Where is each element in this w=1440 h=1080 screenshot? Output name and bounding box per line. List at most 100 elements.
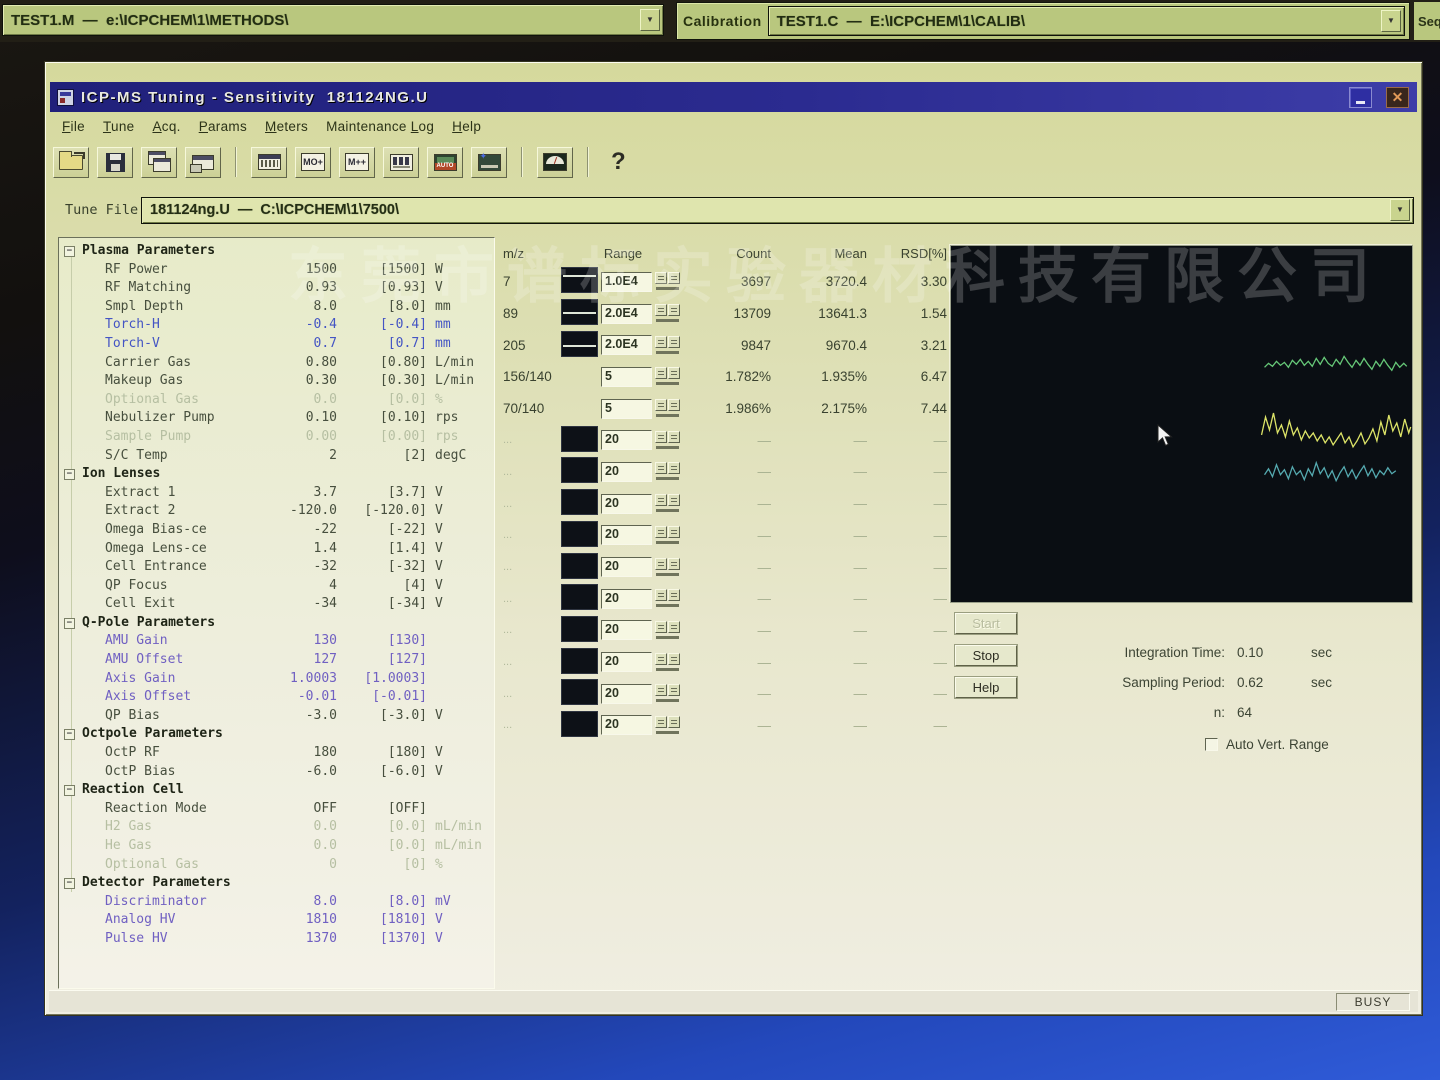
param-row[interactable]: Cell Entrance-32[-32]V	[62, 558, 494, 577]
param-row[interactable]: Omega Bias-ce-22[-22]V	[62, 521, 494, 540]
spinner-down-button[interactable]	[655, 494, 667, 506]
param-row[interactable]: OctP RF180[180]V	[62, 744, 494, 763]
param-row[interactable]: Sample Pump0.00[0.00]rps	[62, 428, 494, 447]
doubly-charged-button[interactable]: M++	[339, 147, 375, 178]
spinner-down-button[interactable]	[655, 558, 667, 570]
spinner-down-button[interactable]	[655, 272, 667, 284]
calibration-dropdown-arrow-icon[interactable]: ▼	[1381, 10, 1401, 32]
param-row[interactable]: Cell Exit-34[-34]V	[62, 595, 494, 614]
collapse-icon[interactable]: −	[64, 469, 75, 480]
range-input[interactable]: 2.0E4	[601, 304, 652, 324]
spinner-up-button[interactable]	[668, 272, 680, 284]
collapse-icon[interactable]: −	[64, 878, 75, 889]
stop-button[interactable]: Stop	[955, 645, 1017, 666]
spinner-up-button[interactable]	[668, 684, 680, 696]
spinner-down-button[interactable]	[655, 684, 667, 696]
spinner-down-button[interactable]	[655, 336, 667, 348]
param-row[interactable]: Torch-H-0.4[-0.4]mm	[62, 316, 494, 335]
param-row[interactable]: Pulse HV1370[1370]V	[62, 930, 494, 949]
auto-vert-range-checkbox[interactable]	[1205, 738, 1218, 751]
param-row[interactable]: RF Power1500[1500]W	[62, 261, 494, 280]
spinner-down-button[interactable]	[655, 462, 667, 474]
param-row[interactable]: Axis Gain1.0003[1.0003]	[62, 670, 494, 689]
spinner-up-button[interactable]	[668, 367, 680, 379]
param-row[interactable]: OctP Bias-6.0[-6.0]V	[62, 763, 494, 782]
param-row[interactable]: Axis Offset-0.01[-0.01]	[62, 688, 494, 707]
spinner-up-button[interactable]	[668, 589, 680, 601]
collapse-icon[interactable]: −	[64, 246, 75, 257]
range-input[interactable]: 20	[601, 715, 652, 735]
spinner-up-button[interactable]	[668, 558, 680, 570]
param-row[interactable]: H2 Gas0.0[0.0]mL/min	[62, 818, 494, 837]
param-row[interactable]: AMU Gain130[130]	[62, 632, 494, 651]
param-row[interactable]: Torch-V0.7[0.7]mm	[62, 335, 494, 354]
autotune-button[interactable]	[427, 147, 463, 178]
menu-file[interactable]: File	[53, 117, 94, 136]
spinner-up-button[interactable]	[668, 399, 680, 411]
spinner-up-button[interactable]	[668, 526, 680, 538]
param-row[interactable]: QP Bias-3.0[-3.0]V	[62, 707, 494, 726]
param-row[interactable]: Makeup Gas0.30[0.30]L/min	[62, 372, 494, 391]
range-input[interactable]: 5	[601, 399, 652, 419]
param-row[interactable]: Extract 13.7[3.7]V	[62, 484, 494, 503]
range-input[interactable]: 20	[601, 430, 652, 450]
range-input[interactable]: 20	[601, 494, 652, 514]
param-row[interactable]: Analog HV1810[1810]V	[62, 911, 494, 930]
save-tune-file-button[interactable]	[97, 147, 133, 178]
start-button[interactable]: Start	[955, 613, 1017, 634]
menu-meters[interactable]: Meters	[256, 117, 317, 136]
spinner-up-button[interactable]	[668, 304, 680, 316]
calibration-selector[interactable]: TEST1.C — E:\ICPCHEM\1\CALIB\ ▼	[768, 6, 1405, 36]
range-input[interactable]: 20	[601, 620, 652, 640]
spinner-up-button[interactable]	[668, 462, 680, 474]
spinner-up-button[interactable]	[668, 336, 680, 348]
spinner-up-button[interactable]	[668, 431, 680, 443]
range-input[interactable]: 20	[601, 525, 652, 545]
help-icon[interactable]: ?	[603, 148, 634, 176]
param-row[interactable]: RF Matching0.93[0.93]V	[62, 279, 494, 298]
spinner-up-button[interactable]	[668, 494, 680, 506]
minimize-button[interactable]	[1349, 87, 1372, 108]
spinner-up-button[interactable]	[668, 716, 680, 728]
tune-file-dropdown-arrow-icon[interactable]: ▼	[1390, 199, 1410, 221]
spectrum-window-button[interactable]	[383, 147, 419, 178]
collapse-icon[interactable]: −	[64, 618, 75, 629]
range-input[interactable]: 1.0E4	[601, 272, 652, 292]
menu-maintenance-log[interactable]: Maintenance Log	[317, 117, 443, 136]
oxide-ratio-button[interactable]: MO+	[295, 147, 331, 178]
help-button[interactable]: Help	[955, 677, 1017, 698]
title-bar[interactable]: ICP-MS Tuning - Sensitivity 181124NG.U ✕	[50, 82, 1417, 112]
tune-file-selector[interactable]: 181124ng.U — C:\ICPCHEM\1\7500\ ▼	[141, 197, 1414, 224]
spinner-up-button[interactable]	[668, 653, 680, 665]
copy-window-button[interactable]	[141, 147, 177, 178]
close-button[interactable]: ✕	[1386, 87, 1409, 108]
param-row[interactable]: QP Focus4[4]V	[62, 577, 494, 596]
param-row[interactable]: Reaction ModeOFF[OFF]	[62, 800, 494, 819]
spinner-down-button[interactable]	[655, 621, 667, 633]
open-file-button[interactable]	[53, 147, 89, 178]
spinner-down-button[interactable]	[655, 589, 667, 601]
image-window-button[interactable]	[471, 147, 507, 178]
range-input[interactable]: 20	[601, 684, 652, 704]
spinner-down-button[interactable]	[655, 399, 667, 411]
spinner-down-button[interactable]	[655, 367, 667, 379]
menu-tune[interactable]: Tune	[94, 117, 143, 136]
range-input[interactable]: 20	[601, 589, 652, 609]
collapse-icon[interactable]: −	[64, 729, 75, 740]
menu-params[interactable]: Params	[190, 117, 256, 136]
param-row[interactable]: Nebulizer Pump0.10[0.10]rps	[62, 409, 494, 428]
method-selector[interactable]: TEST1.M — e:\ICPCHEM\1\METHODS\ ▼	[2, 4, 664, 36]
spinner-down-button[interactable]	[655, 431, 667, 443]
spinner-down-button[interactable]	[655, 304, 667, 316]
param-row[interactable]: Extract 2-120.0[-120.0]V	[62, 502, 494, 521]
param-row[interactable]: Smpl Depth8.0[8.0]mm	[62, 298, 494, 317]
range-input[interactable]: 20	[601, 652, 652, 672]
sensitivity-window-button[interactable]	[251, 147, 287, 178]
param-row[interactable]: Discriminator8.0[8.0]mV	[62, 893, 494, 912]
param-row[interactable]: Omega Lens-ce1.4[1.4]V	[62, 540, 494, 559]
param-row[interactable]: Carrier Gas0.80[0.80]L/min	[62, 354, 494, 373]
spinner-up-button[interactable]	[668, 621, 680, 633]
param-row[interactable]: S/C Temp2[2]degC	[62, 447, 494, 466]
param-row[interactable]: He Gas0.0[0.0]mL/min	[62, 837, 494, 856]
print-window-button[interactable]	[185, 147, 221, 178]
